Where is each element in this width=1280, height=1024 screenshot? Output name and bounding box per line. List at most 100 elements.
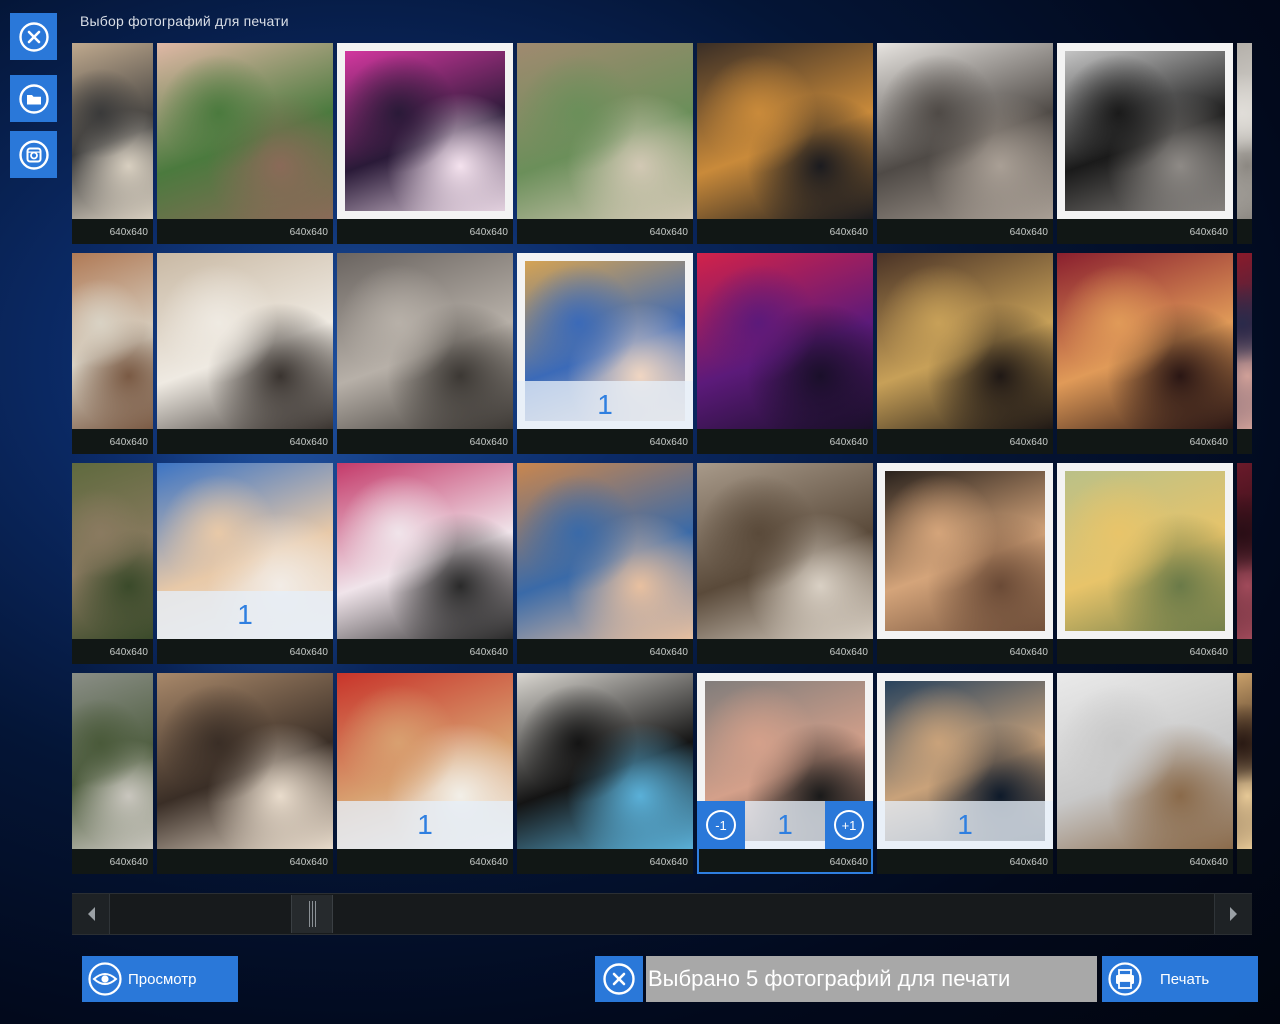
photo-frame: [337, 43, 513, 219]
photo-resolution: 640x640: [1009, 857, 1048, 868]
photo-tile[interactable]: [1237, 43, 1252, 244]
photo-tile[interactable]: 1 640x640: [517, 253, 693, 454]
print-button[interactable]: Печать: [1102, 956, 1258, 1002]
photo-tile[interactable]: 640x640: [1057, 43, 1233, 244]
photo-resolution: 640x640: [829, 647, 868, 658]
scroll-right-button[interactable]: [1214, 894, 1252, 934]
photo-tile[interactable]: 640x640: [157, 43, 333, 244]
photo-tile[interactable]: 640x640: [697, 463, 873, 664]
photo-tile[interactable]: 640x640: [72, 253, 153, 454]
photo-thumbnail: [1237, 43, 1252, 219]
photo-resolution: 640x640: [1189, 227, 1228, 238]
photo-frame: [1057, 463, 1233, 639]
photo-resolution: 640x640: [109, 437, 148, 448]
photo-tile[interactable]: 640x640: [337, 253, 513, 454]
photo-tile[interactable]: [1237, 463, 1252, 664]
photo-frame: [877, 463, 1053, 639]
photo-tile[interactable]: 640x640: [1057, 463, 1233, 664]
photo-thumbnail: [337, 43, 513, 219]
photo-thumbnail: [697, 43, 873, 219]
photo-tile[interactable]: 640x640: [337, 463, 513, 664]
photo-thumbnail: [1237, 673, 1252, 849]
minus-icon: -1: [706, 810, 736, 840]
printer-icon: [1108, 962, 1142, 996]
preview-button[interactable]: Просмотр: [82, 956, 238, 1002]
close-circle-icon: [18, 21, 49, 52]
clear-selection-button[interactable]: [595, 956, 643, 1002]
photo-thumbnail: [1057, 253, 1233, 429]
chevron-right-icon: [1229, 907, 1237, 921]
photo-thumbnail: [877, 43, 1053, 219]
photo-tile[interactable]: 640x640: [877, 463, 1053, 664]
selection-status: Выбрано 5 фотографий для печати: [646, 956, 1097, 1002]
photo-thumbnail: 1: [337, 673, 513, 849]
close-circle-icon: [603, 963, 635, 995]
scroll-left-button[interactable]: [72, 894, 110, 934]
print-count: 1: [517, 381, 693, 429]
photo-resolution: 640x640: [649, 437, 688, 448]
folder-icon: [18, 83, 49, 114]
increment-count-button[interactable]: +1: [825, 801, 873, 849]
photo-tile[interactable]: 640x640: [337, 43, 513, 244]
photo-tile[interactable]: 1 640x640: [157, 463, 333, 664]
photo-resolution: 640x640: [469, 647, 508, 658]
photo-thumbnail: [697, 253, 873, 429]
photo-tile[interactable]: 640x640: [72, 43, 153, 244]
photo-thumbnail: [1237, 463, 1252, 639]
eye-icon: [88, 962, 122, 996]
photo-resolution: 640x640: [469, 227, 508, 238]
print-button-label: Печать: [1160, 970, 1210, 988]
photo-tile[interactable]: 640x640: [697, 253, 873, 454]
horizontal-scrollbar[interactable]: [72, 893, 1252, 935]
photo-tile[interactable]: [1237, 253, 1252, 454]
photo-tile[interactable]: 640x640: [1057, 673, 1233, 874]
photo-thumbnail: [1057, 463, 1233, 639]
preview-button-label: Просмотр: [128, 970, 197, 988]
photo-thumbnail: [1057, 673, 1233, 849]
photo-tile[interactable]: [1237, 673, 1252, 874]
photo-tile[interactable]: 1 640x640: [877, 673, 1053, 874]
photo-thumbnail: [877, 463, 1053, 639]
decrement-count-button[interactable]: -1: [697, 801, 745, 849]
instagram-button[interactable]: [10, 131, 57, 178]
photo-thumbnail: [157, 673, 333, 849]
photo-tile[interactable]: 640x640: [697, 43, 873, 244]
photo-frame: [1057, 43, 1233, 219]
photo-thumbnail: [157, 43, 333, 219]
photo-resolution: 640x640: [469, 437, 508, 448]
print-count: 1: [157, 591, 333, 639]
photo-thumbnail: [697, 463, 873, 639]
window-title: Выбор фотографий для печати: [80, 13, 289, 29]
photo-thumbnail: [1057, 43, 1233, 219]
photo-tile[interactable]: 640x640: [157, 673, 333, 874]
photo-tile[interactable]: 640x640: [517, 673, 693, 874]
photo-resolution: 640x640: [109, 227, 148, 238]
instagram-icon: [18, 139, 49, 170]
folder-button[interactable]: [10, 75, 57, 122]
photo-tile[interactable]: 640x640: [517, 43, 693, 244]
photo-resolution: 640x640: [109, 647, 148, 658]
close-button[interactable]: [10, 13, 57, 60]
photo-tile[interactable]: 1 -1 +1 640x640: [697, 673, 873, 874]
photo-resolution: 640x640: [649, 227, 688, 238]
photo-tile[interactable]: 640x640: [1057, 253, 1233, 454]
photo-resolution: 640x640: [649, 647, 688, 658]
photo-tile[interactable]: 640x640: [877, 253, 1053, 454]
scroll-thumb[interactable]: [291, 895, 333, 933]
photo-tile[interactable]: 640x640: [877, 43, 1053, 244]
photo-resolution: 640x640: [289, 857, 328, 868]
photo-tile[interactable]: 1 640x640: [337, 673, 513, 874]
photo-resolution: 640x640: [1009, 647, 1048, 658]
photo-thumbnail: [72, 463, 153, 639]
photo-tile[interactable]: 640x640: [157, 253, 333, 454]
photo-tile[interactable]: 640x640: [72, 673, 153, 874]
photo-tile[interactable]: 640x640: [517, 463, 693, 664]
photo-resolution: 640x640: [829, 227, 868, 238]
photo-thumbnail: 1: [517, 253, 693, 429]
photo-thumbnail: 1 -1 +1: [697, 673, 873, 849]
photo-thumbnail: [72, 43, 153, 219]
photo-thumbnail: [337, 463, 513, 639]
photo-tile[interactable]: 640x640: [72, 463, 153, 664]
photo-resolution: 640x640: [109, 857, 148, 868]
photo-thumbnail: [1237, 253, 1252, 429]
